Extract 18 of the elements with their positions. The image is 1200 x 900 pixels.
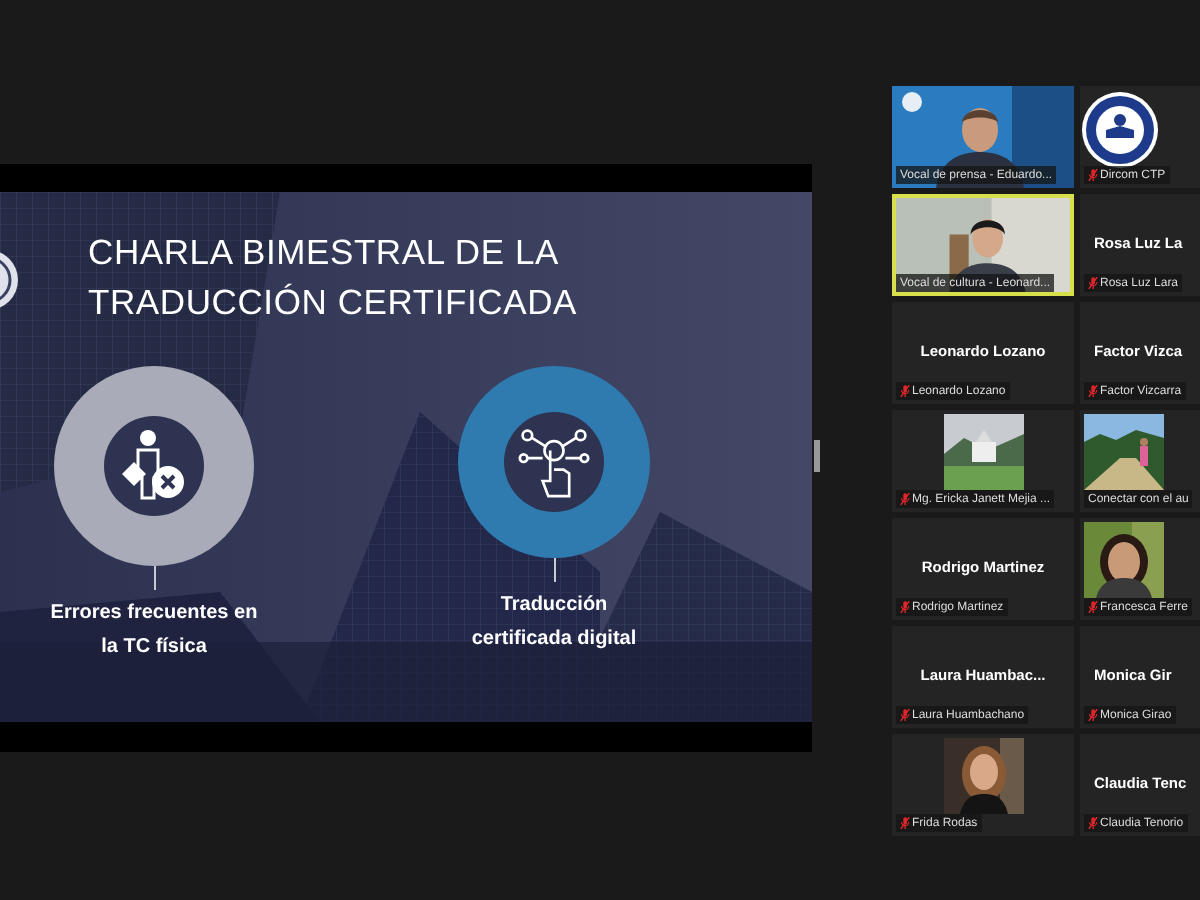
seal-logo (0, 248, 20, 312)
muted-mic-icon (1088, 276, 1098, 290)
muted-mic-icon (1088, 168, 1098, 182)
muted-mic-icon (1088, 816, 1098, 830)
muted-mic-icon (1088, 708, 1098, 722)
muted-mic-icon (900, 600, 910, 614)
muted-mic-icon (900, 492, 910, 506)
muted-mic-icon (900, 384, 910, 398)
muted-mic-icon (1088, 384, 1098, 398)
muted-mic-icon (1088, 600, 1098, 614)
muted-mic-icon (900, 816, 910, 830)
hand-network-icon (516, 424, 592, 500)
splitter-handle[interactable] (814, 440, 820, 472)
slide-title: CHARLA BIMESTRAL DE LA TRADUCCIÓN CERTIFICADA (88, 230, 579, 326)
topic-label: Traducción certificada digital (469, 592, 639, 654)
topic-label: Errores frecuentes en la TC física (50, 600, 258, 662)
muted-mic-icon (900, 708, 910, 722)
seal-logo (1080, 89, 1160, 169)
